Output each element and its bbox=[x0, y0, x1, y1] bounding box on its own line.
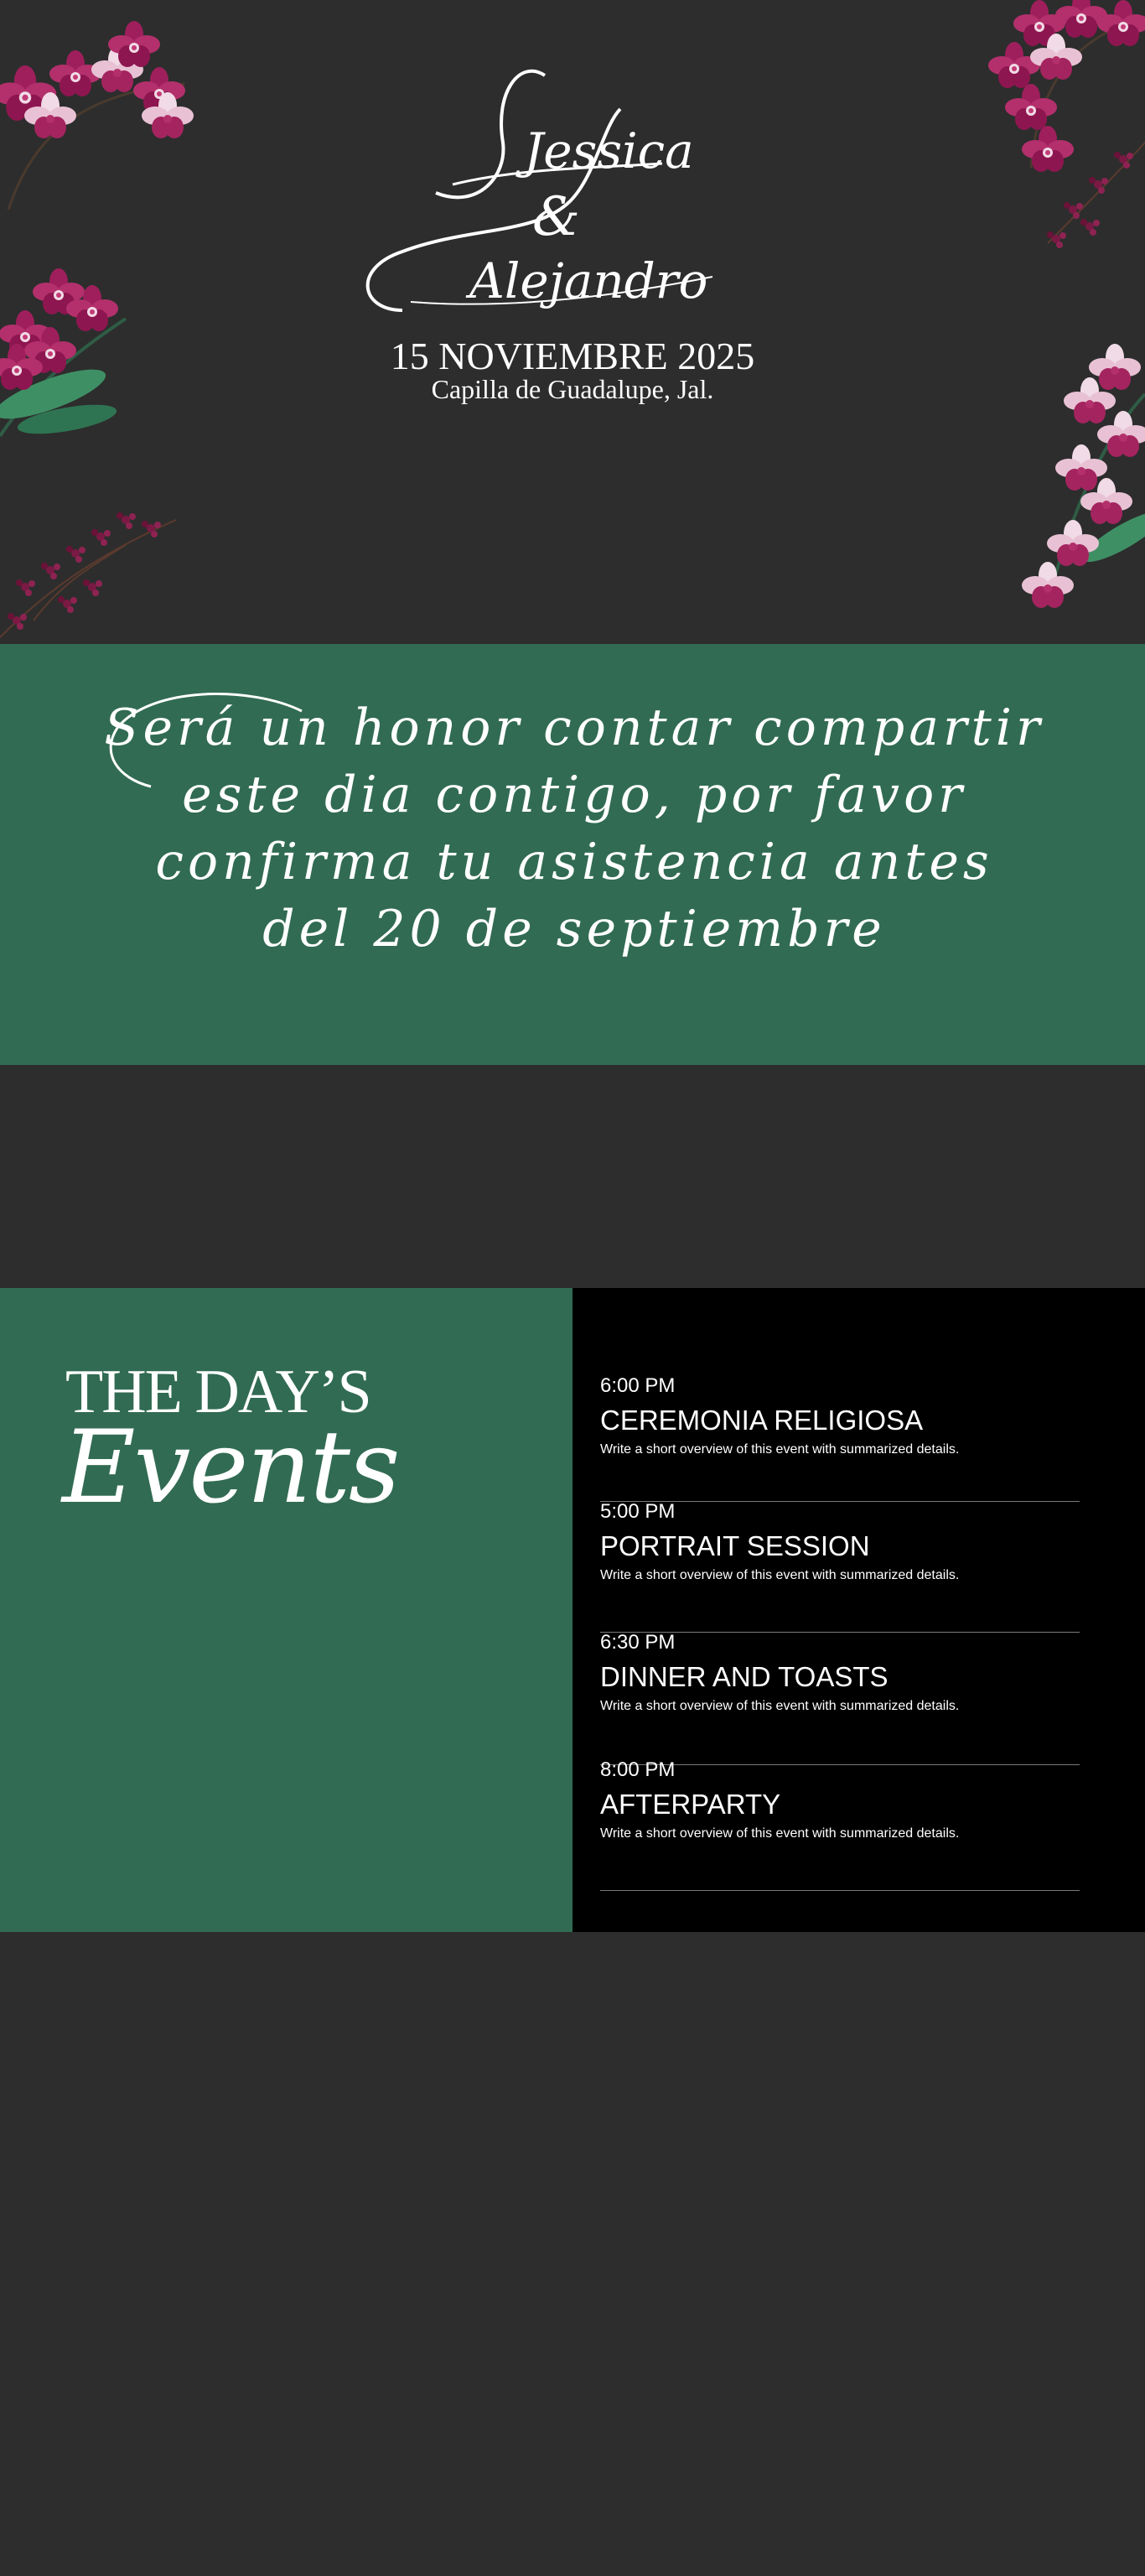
events-title-script: Events bbox=[62, 1410, 400, 1526]
event-item: 5:00 PM PORTRAIT SESSION Write a short o… bbox=[600, 1499, 1080, 1633]
wedding-date: 15 NOVIEMBRE 2025 bbox=[390, 335, 755, 377]
rsvp-section: Será un honor contar compartir este dia … bbox=[0, 644, 1145, 1065]
name-second: Alejandro bbox=[465, 252, 707, 309]
spacer-section bbox=[0, 1065, 1145, 1288]
event-item: 6:00 PM CEREMONIA RELIGIOSA Write a shor… bbox=[600, 1374, 1080, 1502]
couple-names: Jessica & Alejandro bbox=[352, 59, 738, 344]
event-name: PORTRAIT SESSION bbox=[600, 1530, 870, 1561]
event-time: 6:30 PM bbox=[600, 1631, 676, 1654]
rsvp-line: este dia contigo, por favor bbox=[182, 766, 966, 824]
event-time: 6:00 PM bbox=[600, 1374, 676, 1397]
event-time: 8:00 PM bbox=[600, 1758, 676, 1781]
rsvp-line: Será un honor contar compartir bbox=[104, 699, 1044, 757]
events-section: THE DAY’S Events 6:00 PM CEREMONIA RELIG… bbox=[0, 1288, 1145, 1932]
event-name: DINNER AND TOASTS bbox=[600, 1661, 889, 1692]
event-name: AFTERPARTY bbox=[600, 1789, 781, 1820]
hero-section: Jessica & Alejandro 15 NOVIEMBRE 2025 Ca… bbox=[0, 0, 1145, 644]
events-list: 6:00 PM CEREMONIA RELIGIOSA Write a shor… bbox=[572, 1288, 1145, 1932]
orchid-cluster-icon bbox=[988, 0, 1145, 172]
berry-branch-icon bbox=[0, 512, 177, 638]
footer-blank-section bbox=[0, 1932, 1145, 2576]
ampersand: & bbox=[532, 186, 580, 248]
event-description: Write a short overview of this event wit… bbox=[600, 1826, 960, 1841]
rsvp-line: del 20 de septiembre bbox=[262, 900, 886, 958]
event-description: Write a short overview of this event wit… bbox=[600, 1442, 960, 1457]
event-item: 6:30 PM DINNER AND TOASTS Write a short … bbox=[600, 1630, 1080, 1765]
wedding-venue: Capilla de Guadalupe, Jal. bbox=[431, 374, 714, 404]
rsvp-message: Será un honor contar compartir este dia … bbox=[84, 694, 1065, 963]
events-title-panel: THE DAY’S Events bbox=[0, 1288, 572, 1932]
event-item: 8:00 PM AFTERPARTY Write a short overvie… bbox=[600, 1758, 1080, 1891]
rsvp-line: confirma tu asistencia antes bbox=[155, 833, 993, 891]
monogram-swash: Jessica & Alejandro bbox=[365, 69, 713, 312]
name-first: Jessica bbox=[516, 122, 694, 179]
event-time: 5:00 PM bbox=[600, 1500, 676, 1523]
event-name: CEREMONIA RELIGIOSA bbox=[600, 1405, 924, 1436]
orchid-cluster-icon bbox=[0, 21, 194, 210]
event-description: Write a short overview of this event wit… bbox=[600, 1699, 960, 1713]
event-description: Write a short overview of this event wit… bbox=[600, 1568, 960, 1582]
